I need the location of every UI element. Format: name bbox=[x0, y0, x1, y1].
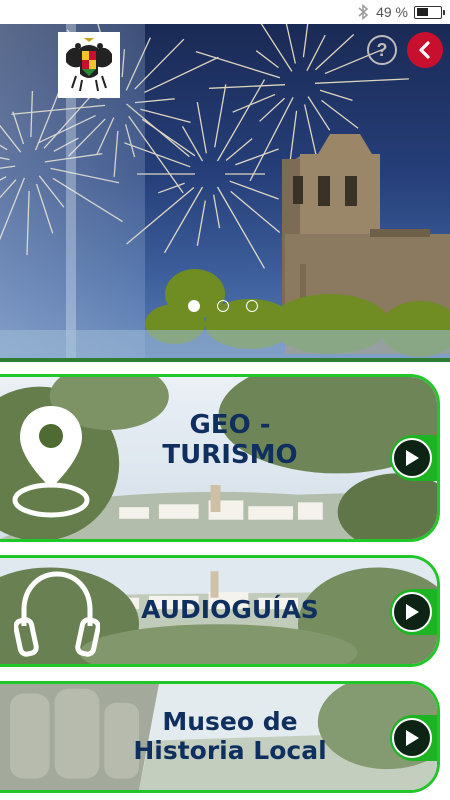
card-title-line-1: Museo de bbox=[162, 707, 298, 736]
battery-level bbox=[416, 8, 428, 16]
battery-percentage: 49 % bbox=[376, 4, 408, 20]
coat-of-arms-logo bbox=[58, 32, 120, 98]
carousel-dot-2[interactable] bbox=[217, 300, 229, 312]
card-title-line-2: TURISMO bbox=[162, 439, 298, 470]
card-audioguias[interactable]: AUDIOGUÍAS bbox=[0, 555, 440, 667]
play-icon bbox=[406, 730, 419, 746]
card-title-line-2: Historia Local bbox=[133, 735, 327, 765]
hero-divider bbox=[0, 358, 450, 362]
carousel-dot-3[interactable] bbox=[246, 300, 258, 312]
hero-bottom-strip bbox=[0, 330, 450, 360]
status-icons: 49 % bbox=[356, 3, 445, 21]
battery-icon bbox=[414, 5, 445, 19]
bluetooth-icon bbox=[358, 3, 369, 21]
play-button-geo-turismo[interactable] bbox=[390, 435, 437, 481]
help-button[interactable]: ? bbox=[367, 35, 397, 65]
hero-carousel[interactable]: ? bbox=[0, 24, 450, 360]
status-bar: 49 % bbox=[0, 0, 450, 24]
card-title-museo: Museo de Historia Local bbox=[115, 707, 345, 766]
play-icon bbox=[406, 450, 419, 466]
play-icon-circle bbox=[392, 592, 432, 632]
play-icon bbox=[406, 604, 419, 620]
card-title-line-1: GEO - bbox=[189, 410, 271, 440]
play-icon-circle bbox=[392, 438, 432, 478]
card-geo-turismo[interactable]: GEO - TURISMO bbox=[0, 374, 440, 542]
carousel-dot-1[interactable] bbox=[188, 300, 200, 312]
back-button[interactable] bbox=[407, 32, 443, 68]
headphones-icon bbox=[14, 571, 100, 657]
play-button-audioguias[interactable] bbox=[390, 589, 437, 635]
carousel-indicators bbox=[188, 300, 258, 312]
card-title-audioguias: AUDIOGUÍAS bbox=[141, 595, 319, 624]
card-title-geo-turismo: GEO - TURISMO bbox=[150, 410, 310, 471]
card-museo-historia-local[interactable]: Museo de Historia Local bbox=[0, 681, 440, 793]
play-icon-circle bbox=[392, 718, 432, 758]
back-icon bbox=[419, 41, 430, 59]
play-button-museo[interactable] bbox=[390, 715, 437, 761]
double-eagle-crest-icon bbox=[66, 38, 112, 92]
map-pin-icon bbox=[12, 406, 90, 518]
